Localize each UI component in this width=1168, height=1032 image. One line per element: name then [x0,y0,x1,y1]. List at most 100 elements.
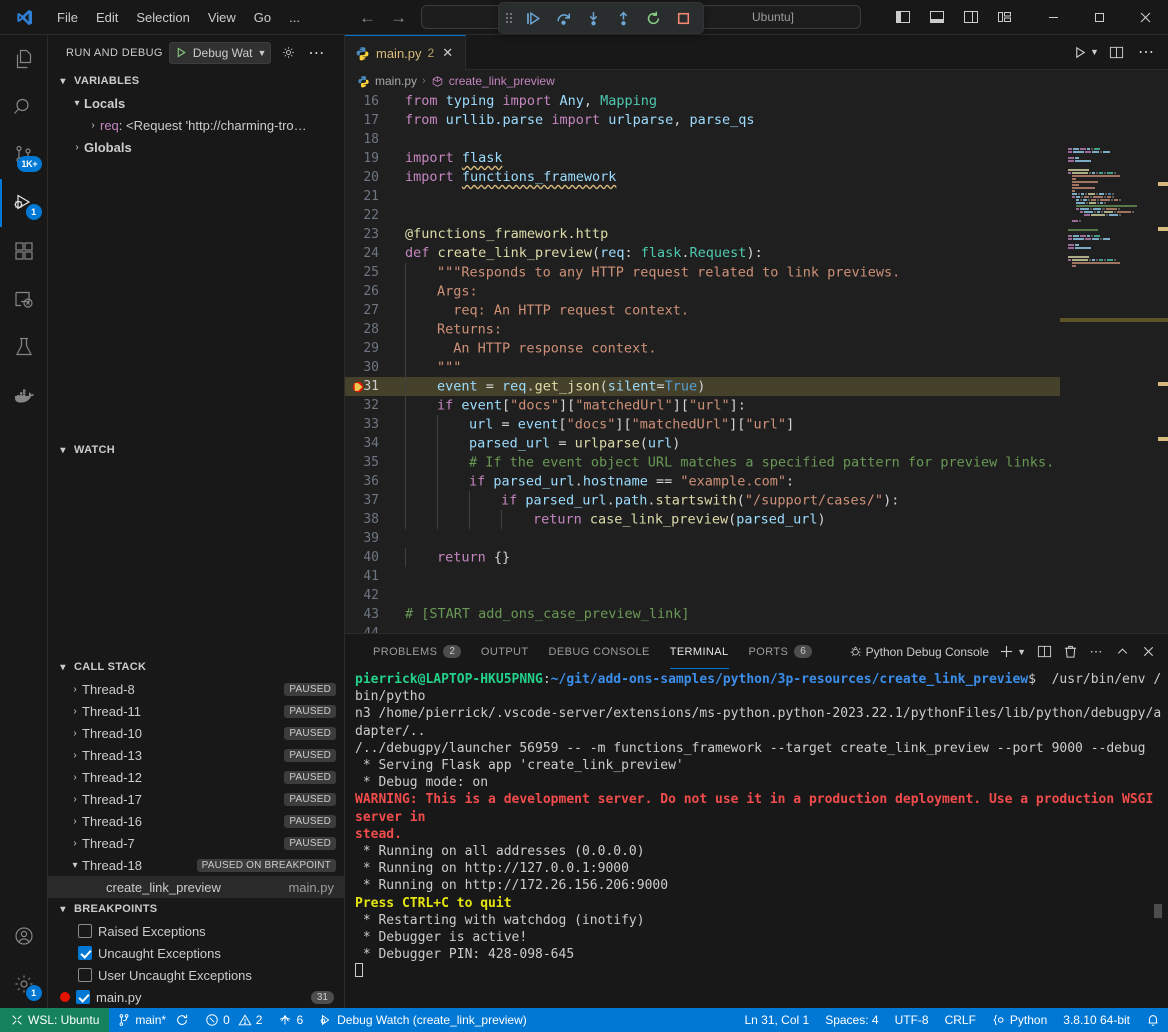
panel-tab-output[interactable]: OUTPUT [471,634,539,669]
callstack-thread[interactable]: ›Thread-13PAUSED [48,744,344,766]
code-line[interactable]: 42 [345,586,1060,605]
maximize-button[interactable] [1076,0,1122,35]
toggle-panel-icon[interactable] [922,4,952,30]
editor-tabs[interactable]: main.py 2 ✕ ▼ ⋯ [345,35,1168,70]
tab-close-icon[interactable]: ✕ [440,45,455,61]
menu-go[interactable]: Go [245,6,280,29]
activity-extensions[interactable] [0,227,48,275]
customize-layout-icon[interactable] [990,4,1020,30]
callstack-thread[interactable]: ›Thread-12PAUSED [48,766,344,788]
close-window-button[interactable] [1122,0,1168,35]
menu-more[interactable]: ... [280,6,309,29]
debug-step-over-button[interactable] [549,5,577,31]
status-notifications[interactable] [1138,1008,1168,1032]
variables-tree[interactable]: ▾ Locals › req : <Request 'http://charmi… [48,92,344,158]
status-cursor-position[interactable]: Ln 31, Col 1 [736,1008,817,1032]
activity-run-and-debug[interactable]: 1 [0,179,48,227]
status-encoding[interactable]: UTF-8 [887,1008,937,1032]
debug-toolbar[interactable] [498,2,704,34]
callstack-section-header[interactable]: ▾ CALL STACK [48,656,344,678]
toggle-primary-sidebar-icon[interactable] [888,4,918,30]
checkbox[interactable] [76,990,90,1004]
watch-section-header[interactable]: ▾ WATCH [48,439,344,461]
code-line[interactable]: 18 [345,130,1060,149]
panel-tab-debug-console[interactable]: DEBUG CONSOLE [539,634,660,669]
status-language-mode[interactable]: Python [984,1008,1055,1032]
terminal-selector[interactable]: Python Debug Console [844,639,993,665]
forward-arrow-icon[interactable]: → [390,9,407,26]
callstack-frame[interactable]: create_link_preview main.py [48,876,344,898]
code-line[interactable]: 37if parsed_url.path.startswith("/suppor… [345,491,1060,510]
code-line[interactable]: 32if event["docs"]["matchedUrl"]["url"]: [345,396,1060,415]
checkbox[interactable] [78,968,92,982]
checkbox[interactable] [78,924,92,938]
breadcrumb-file[interactable]: main.py [375,74,417,88]
activity-docker[interactable] [0,371,48,419]
split-terminal-button[interactable] [1032,639,1056,665]
chevron-down-icon[interactable]: ▼ [1017,647,1026,657]
code-line[interactable]: 26Args: [345,282,1060,301]
code-line[interactable]: 25"""Responds to any HTTP request relate… [345,263,1060,282]
run-python-file-button[interactable]: ▼ [1072,39,1100,65]
code-line[interactable]: 21 [345,187,1060,206]
terminal-prompt-line[interactable] [355,963,1168,980]
minimize-button[interactable] [1030,0,1076,35]
callstack-thread-list[interactable]: ›Thread-8PAUSED ›Thread-11PAUSED ›Thread… [48,678,344,898]
callstack-thread-active[interactable]: ▾Thread-18PAUSED ON BREAKPOINT [48,854,344,876]
activity-bar[interactable]: 1K+ 1 1 [0,35,48,1008]
activity-search[interactable] [0,83,48,131]
callstack-thread[interactable]: ›Thread-17PAUSED [48,788,344,810]
code-line[interactable]: 24def create_link_preview(req: flask.Req… [345,244,1060,263]
activity-remote-explorer[interactable] [0,275,48,323]
status-bar[interactable]: WSL: Ubuntu main* 0 2 6 Debug Watch (cre… [0,1008,1168,1032]
variables-section-header[interactable]: ▾ VARIABLES [48,70,344,92]
code-line[interactable]: 20import functions_framework [345,168,1060,187]
status-debug-session[interactable]: Debug Watch (create_link_preview) [311,1008,535,1032]
code-line[interactable]: 40return {} [345,548,1060,567]
panel-tab-problems[interactable]: PROBLEMS 2 [363,634,471,669]
breakpoints-section-header[interactable]: ▾ BREAKPOINTS [48,898,344,920]
status-python-interpreter[interactable]: 3.8.10 64-bit [1055,1008,1138,1032]
drag-handle-icon[interactable] [505,10,517,26]
new-terminal-button[interactable]: ▼ [995,639,1030,665]
code-line[interactable]: 17from urllib.parse import urlparse, par… [345,111,1060,130]
sidebar-more-actions-icon[interactable]: ⋯ [305,42,327,64]
status-errors-warnings[interactable]: 0 2 [197,1008,270,1032]
code-line[interactable]: 30""" [345,358,1060,377]
variable-req[interactable]: › req : <Request 'http://charming-tro… [48,114,344,136]
variables-scope-locals[interactable]: ▾ Locals [48,92,344,114]
code-line[interactable]: 23@functions_framework.http [345,225,1060,244]
variables-scope-globals[interactable]: › Globals [48,136,344,158]
code-line[interactable]: 22 [345,206,1060,225]
debug-stop-button[interactable] [669,5,697,31]
callstack-thread[interactable]: ›Thread-7PAUSED [48,832,344,854]
code-line[interactable]: 39 [345,529,1060,548]
activity-settings[interactable]: 1 [0,960,48,1008]
tab-main-py[interactable]: main.py 2 ✕ [345,35,466,70]
panel-tab-terminal[interactable]: TERMINAL [660,634,739,669]
code-line[interactable]: 44 [345,624,1060,633]
terminal-output[interactable]: pierrick@LAPTOP-HKU5PNNG:~/git/add-ons-s… [345,669,1168,1008]
status-ports[interactable]: 6 [270,1008,311,1032]
callstack-thread[interactable]: ›Thread-8PAUSED [48,678,344,700]
breadcrumb[interactable]: main.py › create_link_preview [345,70,1168,92]
code-line[interactable]: 34parsed_url = urlparse(url) [345,434,1060,453]
menu-view[interactable]: View [199,6,245,29]
terminal-scrollbar[interactable] [1154,904,1162,918]
status-branch[interactable]: main* [109,1008,197,1032]
breakpoint-user-uncaught-exceptions[interactable]: User Uncaught Exceptions [48,964,344,986]
launch-config-dropdown[interactable]: Debug Wat ▼ [169,42,272,64]
code-editor[interactable]: 16from typing import Any, Mapping17from … [345,92,1168,633]
maximize-panel-button[interactable] [1110,639,1134,665]
breakpoint-main-py[interactable]: main.py 31 [48,986,344,1008]
scrollbar-decorations[interactable] [1158,92,1168,633]
checkbox[interactable] [78,946,92,960]
callstack-thread[interactable]: ›Thread-10PAUSED [48,722,344,744]
breakpoints-list[interactable]: Raised Exceptions Uncaught Exceptions Us… [48,920,344,1008]
code-line[interactable]: 33url = event["docs"]["matchedUrl"]["url… [345,415,1060,434]
kill-terminal-button[interactable] [1058,639,1082,665]
code-line[interactable]: 28Returns: [345,320,1060,339]
status-remote-indicator[interactable]: WSL: Ubuntu [0,1008,109,1032]
code-line[interactable]: 38return case_link_preview(parsed_url) [345,510,1060,529]
code-line[interactable]: 41 [345,567,1060,586]
